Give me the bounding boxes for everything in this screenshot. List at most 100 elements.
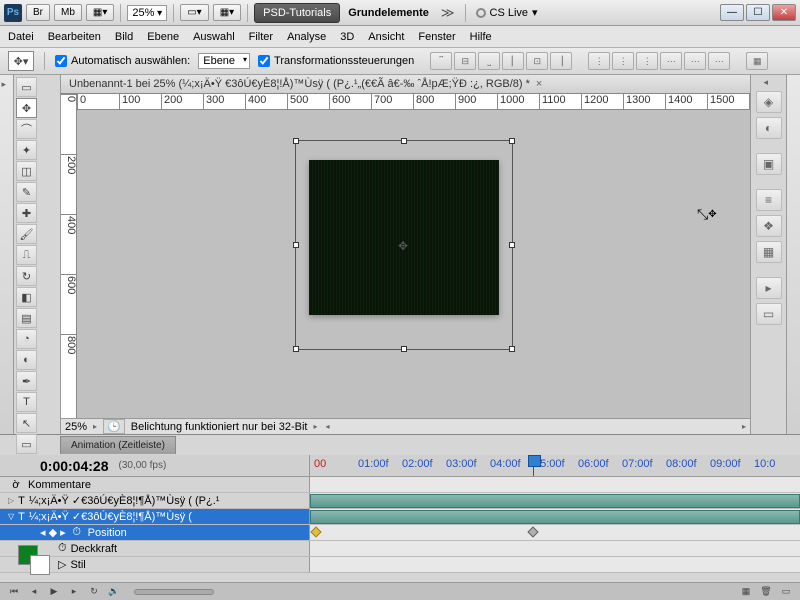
transform-box[interactable]: ✥ xyxy=(295,140,513,350)
layers-panel-icon[interactable]: ◈ xyxy=(756,91,782,113)
history-brush-tool[interactable]: ↻ xyxy=(16,266,37,286)
heal-tool[interactable]: ✚ xyxy=(16,203,37,223)
transform-center-icon[interactable]: ✥ xyxy=(398,239,408,253)
marquee-tool[interactable]: ▭ xyxy=(16,77,37,97)
collapse-right-icon[interactable]: ◂ xyxy=(764,77,774,87)
menu-ebene[interactable]: Ebene xyxy=(147,31,179,43)
layer-select[interactable]: Ebene xyxy=(198,53,250,69)
bridge-button[interactable]: Br xyxy=(26,4,50,21)
convert-button[interactable]: ▭ xyxy=(778,585,794,599)
canvas[interactable]: ✥ xyxy=(77,110,750,418)
menu-bild[interactable]: Bild xyxy=(115,31,133,43)
styles-panel-icon[interactable]: ❖ xyxy=(756,215,782,237)
wand-tool[interactable]: ✦ xyxy=(16,140,37,160)
channels-panel-icon[interactable]: ◐ xyxy=(756,117,782,139)
menu-ansicht[interactable]: Ansicht xyxy=(368,31,404,43)
rewind-button[interactable]: ⏮ xyxy=(6,585,22,599)
crop-tool[interactable]: ◫ xyxy=(16,161,37,181)
zoom-slider[interactable] xyxy=(134,589,214,595)
move-tool[interactable]: ✥ xyxy=(16,98,37,118)
extras-button[interactable]: ▦▾ xyxy=(213,4,241,21)
track-layer1[interactable]: ¼;x¡Ä•Ÿ ✓€3ôÚ€yÈ8¦!¶Å)™Ùsÿ ( (P¿.¹ xyxy=(29,494,220,507)
3d-panel-icon[interactable]: ▣ xyxy=(756,153,782,175)
zoom-select[interactable]: 25% ▾ xyxy=(127,5,167,21)
toolbox: ▭ ✥ ⌒ ✦ ◫ ✎ ✚ 🖌 ⎍ ↻ ◧ ▤ ◔ ◐ ✒ T ↖ ▭ ❏ ◎ … xyxy=(14,75,61,434)
align-right-icon[interactable]: ⎥ xyxy=(550,52,572,70)
path-tool[interactable]: ↖ xyxy=(16,413,37,433)
maximize-button[interactable]: ☐ xyxy=(746,4,770,21)
dodge-tool[interactable]: ◐ xyxy=(16,350,37,370)
next-frame-button[interactable]: ▸ xyxy=(66,585,82,599)
dist-6-icon[interactable]: ⋯ xyxy=(708,52,730,70)
arrange-button[interactable]: ▭▾ xyxy=(180,4,208,21)
dist-5-icon[interactable]: ⋯ xyxy=(684,52,706,70)
menu-fenster[interactable]: Fenster xyxy=(418,31,455,43)
menu-filter[interactable]: Filter xyxy=(249,31,273,43)
gradient-tool[interactable]: ▤ xyxy=(16,308,37,328)
track-style[interactable]: Stil xyxy=(70,559,85,571)
workspace-grund[interactable]: Grundelemente xyxy=(344,7,433,19)
eraser-tool[interactable]: ◧ xyxy=(16,287,37,307)
menu-3d[interactable]: 3D xyxy=(340,31,354,43)
dist-1-icon[interactable]: ⋮ xyxy=(588,52,610,70)
transform-checkbox[interactable]: Transformationssteuerungen xyxy=(258,55,414,67)
align-hmid-icon[interactable]: ⊡ xyxy=(526,52,548,70)
swatches-panel-icon[interactable]: ▦ xyxy=(756,241,782,263)
history-panel-icon[interactable]: ▭ xyxy=(756,303,782,325)
screen-mode-button[interactable]: ▦▾ xyxy=(86,4,114,21)
close-button[interactable]: ✕ xyxy=(772,4,796,21)
cslive-button[interactable]: CS Live ▾ xyxy=(476,6,538,19)
animation-tab[interactable]: Animation (Zeitleiste) xyxy=(60,436,176,454)
play-button[interactable]: ▶ xyxy=(46,585,62,599)
align-bottom-icon[interactable]: ⎵ xyxy=(478,52,500,70)
playhead[interactable] xyxy=(533,455,534,476)
menu-analyse[interactable]: Analyse xyxy=(287,31,326,43)
pen-tool[interactable]: ✒ xyxy=(16,371,37,391)
type-tool[interactable]: T xyxy=(16,392,37,412)
minimize-button[interactable]: — xyxy=(720,4,744,21)
auto-align-icon[interactable]: ▦ xyxy=(746,52,768,70)
collapse-left-icon[interactable]: ▸ xyxy=(2,79,12,89)
stamp-tool[interactable]: ⎍ xyxy=(16,245,37,265)
adjustments-panel-icon[interactable]: ≡ xyxy=(756,189,782,211)
fps-label: (30,00 fps) xyxy=(119,460,167,471)
close-doc-icon[interactable]: × xyxy=(536,78,542,90)
align-top-icon[interactable]: ⎴ xyxy=(430,52,452,70)
menu-auswahl[interactable]: Auswahl xyxy=(193,31,235,43)
dist-3-icon[interactable]: ⋮ xyxy=(636,52,658,70)
track-position[interactable]: Position xyxy=(88,527,127,539)
track-layer2[interactable]: ¼;x¡Ä•Ÿ ✓€3ôÚ€yÈ8¦!¶Å)™Ùsÿ ( xyxy=(29,510,192,523)
menu-datei[interactable]: Datei xyxy=(8,31,34,43)
eyedropper-tool[interactable]: ✎ xyxy=(16,182,37,202)
workspace-psd[interactable]: PSD-Tutorials xyxy=(254,3,340,23)
timeline-ruler[interactable]: 00 01:00f 02:00f 03:00f 04:00f 05:00f 06… xyxy=(310,455,800,476)
audio-button[interactable]: 🔊 xyxy=(106,585,122,599)
status-msg: Belichtung funktioniert nur bei 32-Bit xyxy=(131,421,308,433)
menubar: Datei Bearbeiten Bild Ebene Auswahl Filt… xyxy=(0,26,800,48)
blur-tool[interactable]: ◔ xyxy=(16,329,37,349)
track-opacity[interactable]: Deckkraft xyxy=(71,543,117,555)
menu-bearbeiten[interactable]: Bearbeiten xyxy=(48,31,101,43)
status-zoom[interactable]: 25% xyxy=(65,421,87,433)
brush-tool[interactable]: 🖌 xyxy=(16,224,37,244)
background-swatch[interactable] xyxy=(30,555,50,575)
dist-4-icon[interactable]: ⋯ xyxy=(660,52,682,70)
minibridge-button[interactable]: Mb xyxy=(54,4,82,21)
loop-button[interactable]: ↻ xyxy=(86,585,102,599)
onion-button[interactable]: ▦ xyxy=(738,585,754,599)
dist-2-icon[interactable]: ⋮ xyxy=(612,52,634,70)
ruler-vertical: 0200400600800 xyxy=(61,94,77,418)
align-vmid-icon[interactable]: ⊟ xyxy=(454,52,476,70)
align-left-icon[interactable]: ⎢ xyxy=(502,52,524,70)
prev-frame-button[interactable]: ◂ xyxy=(26,585,42,599)
auto-select-checkbox[interactable]: Automatisch auswählen: xyxy=(55,55,190,67)
actions-panel-icon[interactable]: ▸ xyxy=(756,277,782,299)
move-tool-indicator[interactable]: ✥▾ xyxy=(8,51,34,71)
menu-hilfe[interactable]: Hilfe xyxy=(470,31,492,43)
document-tab[interactable]: Unbenannt-1 bei 25% (¼;x¡Ä•Ÿ €3ôÚ€yÈ8¦!Å… xyxy=(61,75,750,94)
timecode[interactable]: 0:00:04:28 xyxy=(40,458,109,474)
track-comments[interactable]: Kommentare xyxy=(28,479,91,491)
workspace-more[interactable]: ≫ xyxy=(437,5,459,21)
lasso-tool[interactable]: ⌒ xyxy=(16,119,37,139)
delete-button[interactable]: 🗑 xyxy=(758,585,774,599)
